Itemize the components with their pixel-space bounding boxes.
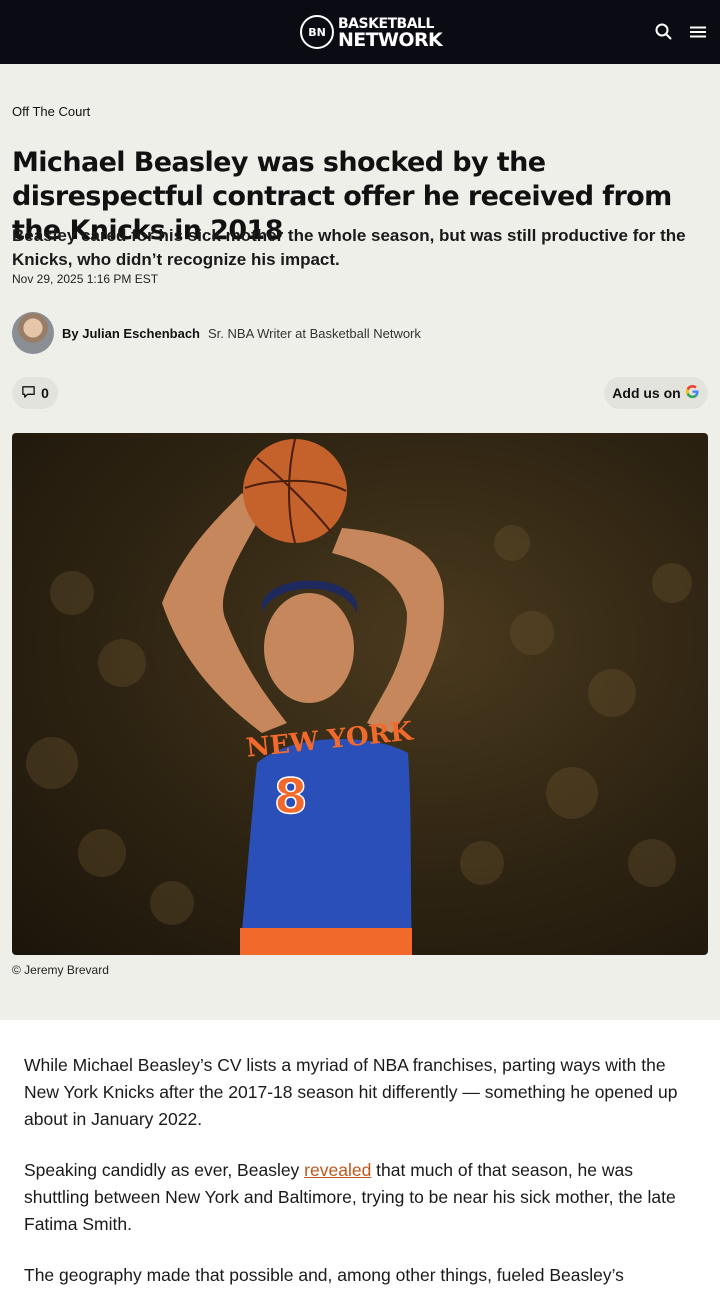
player-illustration: NEW YORK 8 [26, 438, 692, 955]
author-name[interactable]: By Julian Eschenbach [62, 326, 200, 341]
comments-button[interactable]: 0 [12, 377, 58, 409]
comment-count: 0 [41, 385, 49, 401]
author-byline: By Julian Eschenbach Sr. NBA Writer at B… [12, 312, 421, 354]
add-us-on-google-button[interactable]: Add us on [604, 377, 708, 409]
author-role: Sr. NBA Writer at Basketball Network [208, 325, 421, 341]
article-paragraph: While Michael Beasley’s CV lists a myria… [24, 1055, 678, 1129]
article-category[interactable]: Off The Court [12, 104, 90, 119]
logo-wordmark: BASKETBALL NETWORK [338, 16, 443, 51]
publish-date: Nov 29, 2025 1:16 PM EST [12, 272, 159, 286]
article-photo[interactable]: NEW YORK 8 [12, 433, 708, 955]
comment-icon [21, 384, 36, 402]
revealed-link[interactable]: revealed [304, 1160, 371, 1180]
hamburger-menu-icon[interactable] [686, 20, 710, 44]
article-hero: Off The Court Michael Beasley was shocke… [0, 64, 720, 1020]
logo-line-2: NETWORK [338, 29, 443, 51]
photo-credit: © Jeremy Brevard [12, 963, 109, 977]
article-paragraph: The geography made that possible and, am… [24, 1265, 624, 1285]
site-logo[interactable]: BN BASKETBALL NETWORK [300, 14, 443, 51]
search-icon[interactable] [652, 20, 676, 44]
jersey-number: 8 [274, 769, 307, 825]
article-paragraph: Speaking candidly as ever, Beasley revea… [24, 1157, 700, 1238]
google-icon [685, 384, 700, 402]
paragraph-text: Speaking candidly as ever, Beasley [24, 1160, 305, 1180]
add-us-label: Add us on [612, 385, 681, 401]
site-header: BN BASKETBALL NETWORK [0, 0, 720, 64]
logo-badge: BN [300, 15, 334, 49]
article-dek: Beasley cared for his sick mother the wh… [12, 226, 686, 269]
author-avatar[interactable] [12, 312, 54, 354]
